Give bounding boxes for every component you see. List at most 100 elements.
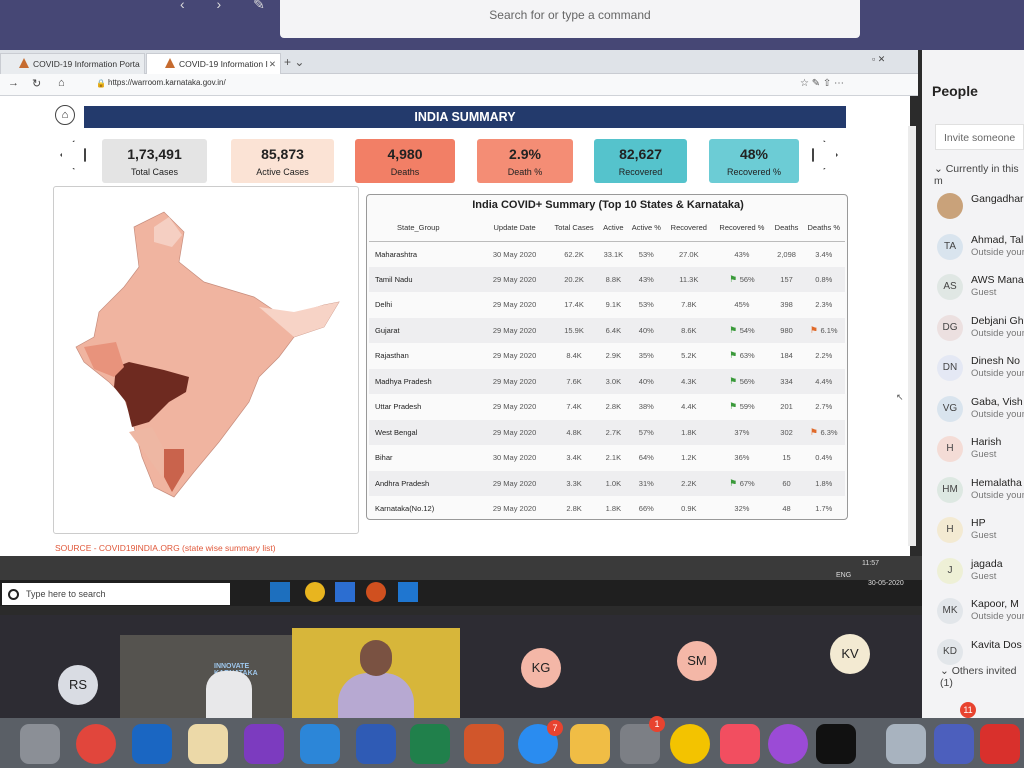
table-row[interactable]: Uttar Pradesh 29 May 2020 7.4K 2.8K 38% 4.4K ⚑… (369, 394, 845, 420)
chrome-dock-icon[interactable] (76, 724, 116, 764)
close-tab-icon[interactable]: ✕ (269, 54, 276, 74)
dashboard-title: INDIA SUMMARY (84, 106, 846, 128)
video-tile-participant[interactable] (292, 628, 460, 718)
table-row[interactable]: Karnataka(No.12) 29 May 2020 2.8K 1.8K 66% 0.… (369, 496, 845, 519)
value-cell: 62.2K (550, 241, 599, 267)
page-scrollbar[interactable] (908, 126, 916, 546)
language-indicator[interactable]: ENG (836, 572, 851, 579)
previous-arrow-icon[interactable] (60, 140, 86, 170)
chrome-taskbar-icon[interactable] (305, 582, 325, 602)
value-cell: 2,098 (771, 241, 803, 267)
india-choropleth-map[interactable] (53, 186, 359, 534)
cell-text: 201 (780, 402, 793, 412)
col-header[interactable]: Deaths (770, 215, 803, 242)
state-cell: West Bengal (369, 419, 480, 445)
table-row[interactable]: Delhi 29 May 2020 17.4K 9.1K 53% 7.8K 45% 398 2.… (369, 292, 845, 318)
col-header[interactable]: Active % (628, 215, 665, 242)
avatar-tile[interactable]: KG (521, 648, 561, 688)
home-icon[interactable]: ⌂ (58, 77, 65, 89)
table-row[interactable]: Tamil Nadu 29 May 2020 20.2K 8.8K 43% 11.3K ⚑ … (369, 266, 845, 292)
windows-search-box[interactable]: Type here to search (2, 583, 230, 605)
value-cell: 334 (770, 368, 803, 394)
cell-text: 8.4K (566, 351, 582, 361)
browser-tab[interactable]: COVID-19 Information Porta (0, 53, 145, 74)
app-taskbar-icon[interactable] (335, 582, 355, 602)
maps-dock-icon[interactable] (188, 724, 228, 764)
lock-app-dock-icon[interactable] (670, 724, 710, 764)
participant-name: Kavita Dos (971, 638, 1022, 651)
table-row[interactable]: Rajasthan 29 May 2020 8.4K 2.9K 35% 5.2K ⚑ 63%… (369, 343, 845, 369)
value-cell: 60 (770, 470, 803, 496)
table-row[interactable]: Madhya Pradesh 29 May 2020 7.6K 3.0K 40% 4.3K… (369, 368, 845, 394)
col-header[interactable]: Active (598, 215, 629, 242)
invite-input[interactable]: Invite someone (935, 124, 1024, 150)
col-header[interactable]: Total Cases (549, 215, 599, 242)
refresh-icon[interactable]: ↻ (32, 77, 41, 90)
favorites-icon[interactable]: ☆ ✎ ⇧ ⋯ (800, 78, 844, 89)
col-header[interactable]: Recovered % (713, 215, 771, 242)
value-cell: 1.8% (802, 470, 845, 496)
teams-dock-icon[interactable] (934, 724, 974, 764)
participant-status: Outside your (971, 327, 1024, 339)
current-participants-header[interactable]: ⌄ Currently in this m (934, 163, 1024, 187)
kpi-label: Active Cases (256, 167, 309, 177)
cell-text: 7.8K (681, 300, 697, 310)
others-invited-header[interactable]: ⌄ Others invited (1) (940, 665, 1024, 689)
col-header[interactable]: Deaths % (802, 215, 845, 242)
new-tab-icon[interactable]: + ⌄ (284, 55, 304, 69)
command-search-box[interactable]: Search for or type a command (280, 0, 860, 38)
avatar-tile[interactable]: KV (830, 634, 870, 674)
word-dock-icon[interactable] (356, 724, 396, 764)
photos-app-dock-icon[interactable] (570, 724, 610, 764)
cell-text: 2,098 (777, 249, 796, 259)
value-cell: 184 (771, 343, 803, 369)
onenote-dock-icon[interactable] (244, 724, 284, 764)
home-icon[interactable]: ⌂ (55, 105, 75, 125)
value-cell: 29 May 2020 (480, 394, 550, 420)
excel-dock-icon[interactable] (410, 724, 450, 764)
viewer-toolbar (0, 556, 922, 580)
table-row[interactable]: Andhra Pradesh 29 May 2020 3.3K 1.0K 31% 2.2K… (369, 470, 845, 496)
edge-taskbar-icon[interactable] (398, 582, 418, 602)
music-dock-icon[interactable] (720, 724, 760, 764)
security-app-dock-icon[interactable] (980, 724, 1020, 764)
onedrive-dock-icon[interactable] (300, 724, 340, 764)
avatar-tile[interactable]: SM (677, 641, 717, 681)
cell-text: 3.4% (815, 249, 833, 259)
col-header[interactable]: Recovered (664, 215, 714, 242)
green-flag-icon: ⚑ (729, 350, 740, 361)
value-cell: 2.3% (803, 292, 846, 318)
podcasts-dock-icon[interactable] (768, 724, 808, 764)
value-cell: 43% (628, 266, 665, 292)
table-row[interactable]: West Bengal 29 May 2020 4.8K 2.7K 57% 1.8K 37%… (369, 419, 845, 445)
table-row[interactable]: Bihar 30 May 2020 3.4K 2.1K 64% 1.2K 36% 15 0.4% (369, 445, 845, 471)
value-cell: 29 May 2020 (479, 419, 550, 445)
participant-status: Outside your (971, 489, 1024, 501)
table-row[interactable]: Maharashtra 30 May 2020 62.2K 33.1K 53% 27.0K… (369, 241, 845, 267)
url-text[interactable]: https://warroom.karnataka.gov.in/ (108, 78, 226, 87)
powerpoint-dock-icon[interactable] (464, 724, 504, 764)
table-row[interactable]: Gujarat 29 May 2020 15.9K 6.4K 40% 8.6K ⚑ 54% 9… (369, 317, 845, 343)
browser-tab-strip: COVID-19 Information Porta COVID-19 Info… (0, 50, 918, 74)
cell-text: 37% (734, 427, 750, 437)
preview-dock-icon[interactable] (886, 724, 926, 764)
browser-tab-active[interactable]: COVID-19 Information I ✕ (146, 53, 281, 74)
cell-text: 2.2% (815, 351, 833, 361)
powerpoint-taskbar-icon[interactable] (366, 582, 386, 602)
address-bar[interactable]: → ↻ ⌂ 🔒 https://warroom.karnataka.gov.in… (0, 74, 918, 96)
value-cell: 8.8K (598, 266, 629, 292)
rocket-app-icon[interactable] (20, 724, 60, 764)
nav-arrows[interactable]: ‹ › ✎ (180, 0, 279, 13)
video-tile-speaker[interactable]: INNOVATE KARNATAKA (120, 635, 292, 718)
outlook-dock-icon[interactable] (132, 724, 172, 764)
col-header[interactable]: State_Group (369, 215, 480, 242)
participant-figure (338, 673, 414, 718)
outlook-taskbar-icon[interactable] (270, 582, 290, 602)
forward-icon[interactable]: → (8, 77, 19, 89)
apple-tv-dock-icon[interactable] (816, 724, 856, 764)
window-controls[interactable]: ▫ ✕ (872, 54, 885, 65)
col-header[interactable]: Update Date (479, 215, 550, 242)
next-arrow-icon[interactable] (812, 140, 838, 170)
avatar-tile[interactable]: RS (58, 665, 98, 705)
india-map-svg[interactable] (54, 187, 360, 535)
